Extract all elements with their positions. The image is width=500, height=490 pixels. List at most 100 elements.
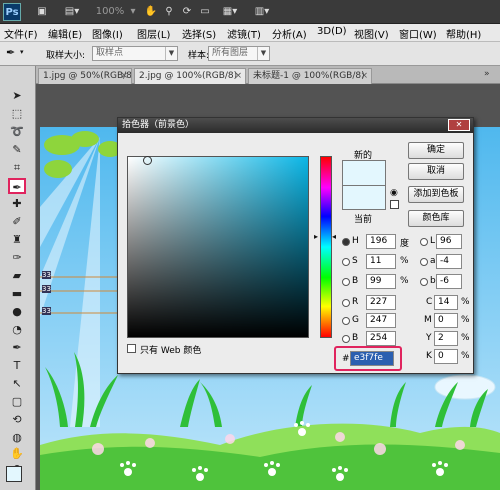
- move-tool-icon[interactable]: ➤: [8, 88, 26, 104]
- bridge-icon[interactable]: ▣: [34, 4, 50, 20]
- hand-tool-icon[interactable]: ✋: [8, 446, 26, 462]
- menu-window[interactable]: 窗口(W): [399, 26, 437, 41]
- hue-slider-left-arrow-icon[interactable]: ▸: [314, 232, 318, 241]
- ok-button[interactable]: 确定: [408, 142, 464, 159]
- sample-size-select[interactable]: 取样点 ▼: [92, 46, 178, 61]
- close-icon[interactable]: ×: [234, 69, 242, 83]
- add-to-swatches-button[interactable]: 添加到色板: [408, 186, 464, 203]
- s-field[interactable]: 11: [366, 254, 396, 269]
- rotate-view-icon[interactable]: ⟳: [180, 4, 194, 20]
- k-field[interactable]: 0: [434, 349, 458, 364]
- color-picker-dialog: 拾色器（前景色） ✕ ▸ ◂ 新的 当前 ◉ 确定 取消 添加到色板 颜色库 H…: [117, 117, 474, 374]
- menu-layer[interactable]: 图层(L): [137, 26, 170, 41]
- tab-document-2[interactable]: 2.jpg @ 100%(RGB/8) ×: [134, 68, 246, 84]
- h-field[interactable]: 196: [366, 234, 396, 249]
- crop-tool-icon[interactable]: ⌗: [8, 160, 26, 176]
- m-field[interactable]: 0: [434, 313, 458, 328]
- type-tool-icon[interactable]: T: [8, 358, 26, 374]
- history-brush-tool-icon[interactable]: ✑: [8, 250, 26, 266]
- c-label: C: [426, 297, 433, 307]
- arrange-documents-icon[interactable]: ▦▾: [218, 4, 242, 20]
- cancel-button[interactable]: 取消: [408, 163, 464, 180]
- shape-tool-icon[interactable]: ▢: [8, 394, 26, 410]
- menu-help[interactable]: 帮助(H): [446, 26, 481, 41]
- menu-filter[interactable]: 滤镜(T): [227, 26, 261, 41]
- zoom-dropdown-icon[interactable]: ▾: [128, 4, 138, 20]
- hex-prefix: #: [342, 354, 350, 364]
- s-radio[interactable]: [342, 258, 350, 266]
- lasso-tool-icon[interactable]: ➰: [8, 124, 26, 140]
- blue-field[interactable]: 254: [366, 331, 396, 346]
- close-icon[interactable]: ×: [120, 69, 128, 83]
- tool-preset-dropdown-icon[interactable]: ▾: [20, 48, 24, 56]
- y-field[interactable]: 2: [434, 331, 458, 346]
- b-label: B: [352, 276, 359, 286]
- b-field[interactable]: 99: [366, 274, 396, 289]
- web-safe-icon[interactable]: [390, 200, 399, 209]
- a-field[interactable]: -4: [436, 254, 462, 269]
- clone-stamp-tool-icon[interactable]: ♜: [8, 232, 26, 248]
- color-picker-cursor[interactable]: [143, 156, 152, 165]
- close-icon[interactable]: ×: [360, 69, 368, 83]
- pen-tool-icon[interactable]: ✒: [8, 340, 26, 356]
- menu-analysis[interactable]: 分析(A): [272, 26, 307, 41]
- close-icon[interactable]: ✕: [448, 119, 470, 131]
- l-field[interactable]: 96: [436, 234, 462, 249]
- zoom-level[interactable]: 100%: [92, 4, 128, 20]
- tab-document-3[interactable]: 未标题-1 @ 100%(RGB/8) ×: [248, 68, 372, 84]
- blur-tool-icon[interactable]: ●: [8, 304, 26, 320]
- r-radio[interactable]: [342, 299, 350, 307]
- tabs-overflow-icon[interactable]: »: [484, 69, 490, 79]
- 3d-rotate-tool-icon[interactable]: ⟲: [8, 412, 26, 428]
- brush-tool-icon[interactable]: ✐: [8, 214, 26, 230]
- eyedropper-tool-icon[interactable]: ✒: [8, 178, 26, 194]
- menu-3d[interactable]: 3D(D): [317, 26, 347, 37]
- path-select-tool-icon[interactable]: ↖: [8, 376, 26, 392]
- hand-icon[interactable]: ✋: [144, 4, 158, 20]
- dodge-tool-icon[interactable]: ◔: [8, 322, 26, 338]
- eyedropper-icon[interactable]: ✒: [6, 46, 20, 60]
- gradient-tool-icon[interactable]: ▬: [8, 286, 26, 302]
- saturation-brightness-field[interactable]: [127, 156, 309, 338]
- zoom-icon[interactable]: ⚲: [162, 4, 176, 20]
- r-field[interactable]: 227: [366, 295, 396, 310]
- l-radio[interactable]: [420, 238, 428, 246]
- quick-select-tool-icon[interactable]: ✎: [8, 142, 26, 158]
- h-radio[interactable]: [342, 238, 350, 246]
- foreground-color-swatch[interactable]: [6, 466, 22, 482]
- color-libraries-button[interactable]: 颜色库: [408, 210, 464, 227]
- hue-slider[interactable]: [320, 156, 332, 338]
- k-label: K: [426, 351, 432, 361]
- only-web-colors-checkbox[interactable]: [127, 344, 136, 353]
- hex-field[interactable]: e3f7fe: [350, 351, 394, 366]
- g-radio[interactable]: [342, 317, 350, 325]
- healing-brush-tool-icon[interactable]: ✚: [8, 196, 26, 212]
- hue-slider-right-arrow-icon[interactable]: ◂: [332, 232, 336, 241]
- a-radio[interactable]: [420, 258, 428, 266]
- 3d-orbit-tool-icon[interactable]: ◍: [8, 430, 26, 446]
- document-tabs: 1.jpg @ 50%(RGB/8) × 2.jpg @ 100%(RGB/8) ×…: [36, 66, 500, 84]
- c-field[interactable]: 14: [434, 295, 458, 310]
- view-extras-icon[interactable]: ▤▾: [60, 4, 84, 20]
- out-of-gamut-icon[interactable]: ◉: [390, 188, 400, 198]
- menu-edit[interactable]: 编辑(E): [48, 26, 82, 41]
- menu-file[interactable]: 文件(F): [4, 26, 38, 41]
- blue-radio[interactable]: [342, 335, 350, 343]
- menu-view[interactable]: 视图(V): [354, 26, 389, 41]
- b-unit: %: [400, 276, 409, 286]
- guide-label: 33: [42, 271, 51, 279]
- lab-b-field[interactable]: -6: [436, 274, 462, 289]
- sample-select[interactable]: 所有图层 ▼: [208, 46, 270, 61]
- eraser-tool-icon[interactable]: ▰: [8, 268, 26, 284]
- guide-label: 33: [42, 285, 51, 293]
- lab-b-radio[interactable]: [420, 278, 428, 286]
- b-radio[interactable]: [342, 278, 350, 286]
- marquee-tool-icon[interactable]: ⬚: [8, 106, 26, 122]
- g-field[interactable]: 247: [366, 313, 396, 328]
- current-color-preview[interactable]: [342, 185, 386, 210]
- screen-mode-icon[interactable]: ▥▾: [250, 4, 274, 20]
- menu-select[interactable]: 选择(S): [182, 26, 216, 41]
- menu-image[interactable]: 图像(I): [92, 26, 123, 41]
- ruler-icon[interactable]: ▭: [198, 4, 212, 20]
- tab-document-1[interactable]: 1.jpg @ 50%(RGB/8) ×: [38, 68, 132, 84]
